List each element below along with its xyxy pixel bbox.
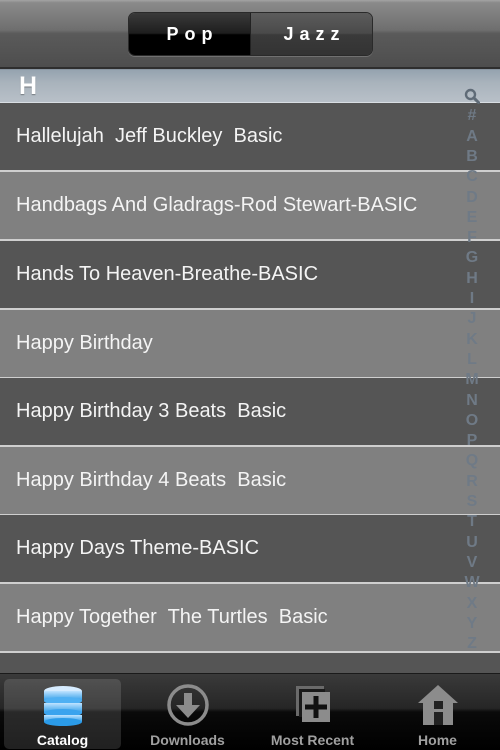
index-search[interactable] xyxy=(460,86,484,106)
section-header: H xyxy=(0,69,500,103)
segment-jazz[interactable]: Jazz xyxy=(251,13,372,55)
index-letter[interactable]: X xyxy=(460,594,484,614)
index-letter[interactable]: M xyxy=(460,370,484,390)
tab-catalog[interactable]: Catalog xyxy=(0,674,125,750)
index-letter[interactable]: D xyxy=(460,188,484,208)
index-letter[interactable]: O xyxy=(460,411,484,431)
index-letter[interactable]: R xyxy=(460,472,484,492)
index-letter[interactable]: G xyxy=(460,248,484,268)
section-index-bar[interactable]: # A B C D E F G H I J K L M N O P Q R S T U V W X Y Z xyxy=(460,86,484,656)
tab-bar: Catalog Downloads Most Recent Home xyxy=(0,673,500,750)
index-letter[interactable]: J xyxy=(460,309,484,329)
list-item[interactable]: Handbags And Gladrags-Rod Stewart-BASIC xyxy=(0,172,500,241)
list-item[interactable]: Hands To Heaven-Breathe-BASIC xyxy=(0,241,500,310)
segment-pop[interactable]: Pop xyxy=(129,13,251,55)
song-title: Happy Days Theme-BASIC xyxy=(16,537,260,559)
index-letter[interactable]: P xyxy=(460,431,484,451)
tab-most-recent[interactable]: Most Recent xyxy=(250,674,375,750)
song-title: Happy Birthday xyxy=(16,332,153,354)
song-title: Hallelujah Jeff Buckley Basic xyxy=(16,125,283,147)
tab-label: Catalog xyxy=(36,732,89,748)
index-letter[interactable]: S xyxy=(460,492,484,512)
song-title: Happy Together The Turtles Basic xyxy=(16,606,328,628)
index-letter[interactable]: V xyxy=(460,553,484,573)
song-title: Handbags And Gladrags-Rod Stewart-BASIC xyxy=(16,194,418,216)
song-list[interactable]: Hallelujah Jeff Buckley Basic Handbags A… xyxy=(0,103,500,673)
list-item[interactable]: Happy Birthday xyxy=(0,310,500,379)
list-item[interactable]: Happy Together The Turtles Basic xyxy=(0,584,500,653)
add-stack-icon xyxy=(295,686,330,722)
tab-home[interactable]: Home xyxy=(375,674,500,750)
list-item[interactable]: Happy Birthday 4 Beats Basic xyxy=(0,447,500,516)
section-header-title: H xyxy=(19,72,38,100)
magnifier-icon xyxy=(464,88,480,104)
list-item[interactable]: Hallelujah Jeff Buckley Basic xyxy=(0,103,500,172)
home-icon xyxy=(417,685,458,725)
database-icon xyxy=(43,686,82,726)
index-letter[interactable]: E xyxy=(460,208,484,228)
index-letter[interactable]: C xyxy=(460,167,484,187)
tab-label: Downloads xyxy=(150,732,225,748)
index-letter[interactable]: H xyxy=(460,269,484,289)
index-letter[interactable]: F xyxy=(460,228,484,248)
index-letter[interactable]: W xyxy=(460,573,484,593)
list-item-partial[interactable] xyxy=(0,653,500,673)
index-letter[interactable]: T xyxy=(460,512,484,532)
genre-segmented-control[interactable]: Pop Jazz xyxy=(128,12,373,56)
index-letter[interactable]: K xyxy=(460,330,484,350)
index-letter[interactable]: L xyxy=(460,350,484,370)
index-letter[interactable]: U xyxy=(460,533,484,553)
song-title: Hands To Heaven-Breathe-BASIC xyxy=(16,263,319,285)
index-letter[interactable]: I xyxy=(460,289,484,309)
navigation-bar: Pop Jazz xyxy=(0,0,500,69)
download-icon xyxy=(166,684,209,726)
list-item[interactable]: Happy Days Theme-BASIC xyxy=(0,515,500,584)
index-letter[interactable]: Z xyxy=(460,634,484,654)
tab-label: Most Recent xyxy=(270,732,355,748)
index-letter[interactable]: A xyxy=(460,127,484,147)
index-letter[interactable]: Y xyxy=(460,614,484,634)
index-letter[interactable]: Q xyxy=(460,451,484,471)
index-letter[interactable]: B xyxy=(460,147,484,167)
song-title: Happy Birthday 4 Beats Basic xyxy=(16,469,287,491)
index-letter[interactable]: # xyxy=(460,106,484,126)
song-title: Happy Birthday 3 Beats Basic xyxy=(16,400,287,422)
index-letter[interactable]: N xyxy=(460,391,484,411)
tab-label: Home xyxy=(418,732,457,748)
list-item[interactable]: Happy Birthday 3 Beats Basic xyxy=(0,378,500,447)
tab-downloads[interactable]: Downloads xyxy=(125,674,250,750)
